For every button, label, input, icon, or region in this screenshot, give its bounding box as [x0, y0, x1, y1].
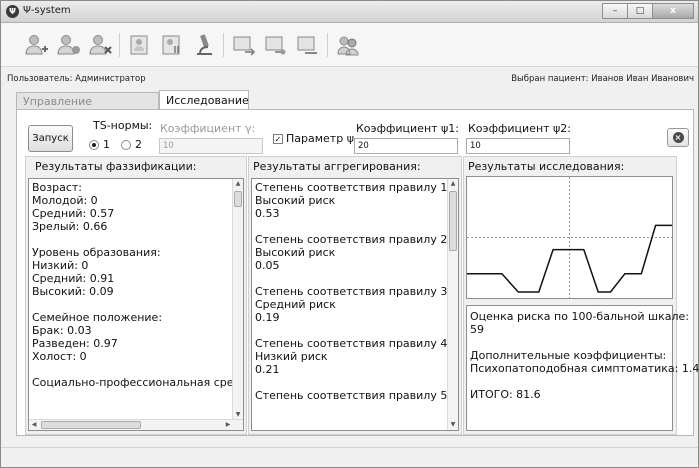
research-title: Результаты исследования: — [468, 160, 625, 173]
psi-parameter-checkbox[interactable]: ✓ — [273, 134, 283, 144]
toolbar-separator — [119, 33, 120, 57]
close-circle-icon: × — [672, 132, 684, 143]
settings-doc-icon — [297, 36, 317, 54]
scroll-thumb[interactable] — [41, 421, 141, 429]
current-user-label: Пользователь: Администратор — [7, 74, 146, 84]
window-title: Ψ-system — [23, 5, 71, 16]
tab-research[interactable]: Исследование — [159, 90, 249, 110]
radio-button[interactable] — [121, 139, 131, 150]
clear-button[interactable]: × — [667, 128, 689, 147]
toolbar-separator — [327, 33, 328, 57]
scroll-up-icon[interactable]: ▲ — [448, 179, 458, 189]
app-window: Ψ Ψ-system – □ x Пользователь: Администр… — [0, 0, 699, 468]
delete-user-icon — [89, 35, 112, 55]
radio-label: 1 — [103, 138, 110, 151]
settings-doc-button[interactable] — [293, 30, 323, 60]
delete-user-button[interactable] — [85, 30, 115, 60]
psi2-field[interactable]: 10 — [466, 138, 570, 154]
psi2-label: Коэффициент ψ2: — [468, 122, 571, 135]
minimize-button[interactable]: – — [602, 3, 628, 19]
edit-record-icon — [130, 35, 148, 55]
fuzzification-list[interactable]: Возраст: Молодой: 0 Средний: 0.57 Зрелый… — [28, 178, 244, 431]
users-group-icon — [337, 36, 359, 56]
ts-norms-label: TS-нормы: — [93, 119, 153, 132]
ts-norm-option-2[interactable]: 2 — [121, 138, 142, 151]
window-controls: – □ x — [602, 3, 694, 19]
scroll-up-icon[interactable]: ▲ — [233, 179, 243, 189]
fuzzification-title: Результаты фаззификации: — [35, 160, 197, 173]
vertical-scrollbar[interactable]: ▲ ▼ — [232, 179, 243, 420]
status-bar — [1, 447, 698, 467]
export-button[interactable] — [229, 30, 259, 60]
psi1-field[interactable]: 20 — [354, 138, 458, 154]
psi1-label: Коэффициент ψ1: — [356, 122, 459, 135]
run-button[interactable]: Запуск — [28, 125, 73, 152]
research-results-group: Результаты исследования: Оценка риска по… — [463, 156, 699, 435]
selected-patient-label: Выбран пациент: Иванов Иван Иванович — [511, 74, 694, 84]
research-results-box: Оценка риска по 100-бальной шкале: 59 До… — [466, 305, 699, 431]
aggregation-list[interactable]: Степень соответствия правилу 1: Высокий … — [251, 178, 459, 431]
user-info-button[interactable] — [53, 30, 83, 60]
risk-membership-chart — [466, 176, 673, 299]
scroll-thumb[interactable] — [449, 191, 457, 251]
import-button[interactable] — [261, 30, 291, 60]
gamma-label: Коэффициент γ: — [160, 122, 256, 135]
psi-icon: Ψ — [6, 5, 19, 18]
import-icon — [265, 36, 286, 55]
user-info-icon — [57, 35, 80, 55]
microscope-button[interactable] — [189, 30, 219, 60]
chart-canvas — [467, 177, 672, 298]
fuzzification-text: Возраст: Молодой: 0 Средний: 0.57 Зрелый… — [32, 181, 243, 389]
scroll-thumb[interactable] — [234, 191, 242, 207]
tab-patient-management[interactable]: Управление пациентами — [16, 92, 159, 125]
radio-button[interactable] — [89, 139, 99, 150]
scroll-right-icon[interactable]: ▶ — [223, 420, 233, 430]
gamma-field[interactable]: 10 — [159, 138, 263, 154]
horizontal-scrollbar[interactable]: ◀ ▶ — [29, 419, 243, 430]
microscope-icon — [197, 34, 212, 55]
export-icon — [233, 36, 256, 56]
toolbar — [1, 23, 698, 67]
report-button[interactable] — [157, 30, 187, 60]
ts-norm-option-1[interactable]: 1 — [89, 138, 110, 151]
add-user-button[interactable] — [21, 30, 51, 60]
toolbar-separator — [223, 33, 224, 57]
research-results-text: Оценка риска по 100-бальной шкале: 59 До… — [470, 310, 699, 401]
add-user-icon — [25, 35, 48, 55]
edit-record-button[interactable] — [125, 30, 155, 60]
aggregation-group: Результаты аггрегирования: Степень соотв… — [248, 156, 462, 435]
aggregation-title: Результаты аггрегирования: — [253, 160, 421, 173]
radio-label: 2 — [135, 138, 142, 151]
close-window-button[interactable]: x — [652, 3, 694, 19]
aggregation-text: Степень соответствия правилу 1: Высокий … — [255, 181, 452, 402]
vertical-scrollbar[interactable]: ▲ ▼ — [447, 179, 458, 430]
scroll-left-icon[interactable]: ◀ — [29, 420, 39, 430]
report-icon — [162, 35, 180, 55]
title-bar[interactable]: Ψ Ψ-system – □ x — [1, 1, 698, 23]
maximize-button[interactable]: □ — [627, 3, 653, 19]
research-tab-panel: Запуск TS-нормы: 1 2 Коэффициент γ: 10 ✓… — [16, 109, 699, 436]
fuzzification-group: Результаты фаззификации: Возраст: Молодо… — [25, 156, 247, 435]
psi-parameter-label: Параметр ψ — [286, 132, 354, 145]
scroll-down-icon[interactable]: ▼ — [448, 420, 458, 430]
users-group-button[interactable] — [333, 30, 363, 60]
